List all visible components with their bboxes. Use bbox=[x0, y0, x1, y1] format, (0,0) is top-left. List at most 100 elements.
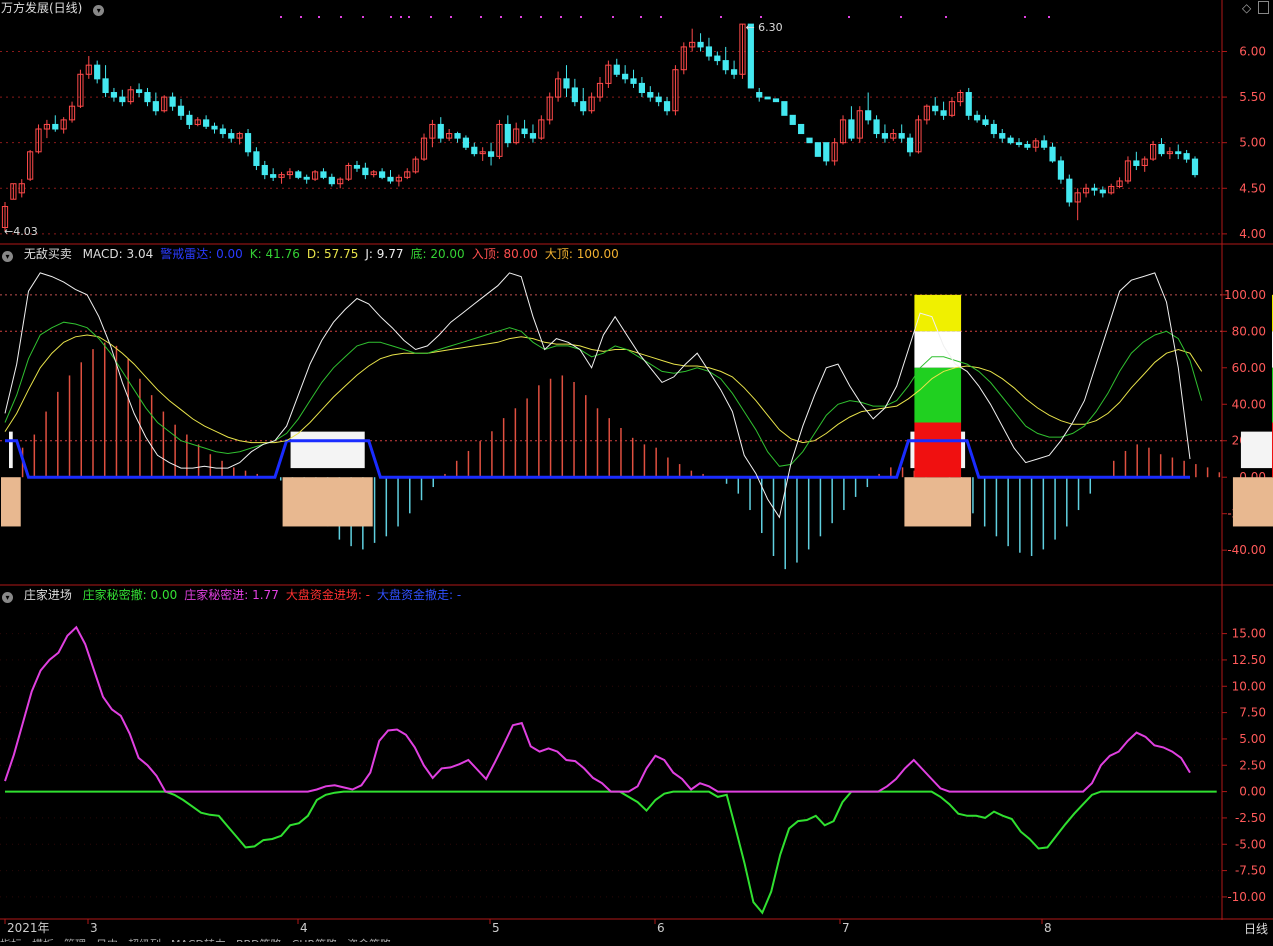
ytick-label-p2: -40.00 bbox=[1227, 543, 1266, 557]
signal-dot bbox=[450, 16, 452, 18]
signal-white-block bbox=[1240, 431, 1273, 469]
candle-body bbox=[462, 137, 470, 148]
candle-body bbox=[1175, 151, 1182, 155]
xtick-label: 5 bbox=[492, 921, 500, 935]
candle-body bbox=[722, 60, 729, 71]
ytick-label-p1: 6.00 bbox=[1239, 44, 1266, 58]
low-marker: ←4.03 bbox=[4, 225, 38, 238]
candle-body bbox=[982, 119, 989, 125]
candle-body bbox=[102, 78, 109, 94]
candle-body bbox=[571, 87, 578, 103]
panel2-header: ▾ 无敌买卖 MACD: 3.04 警戒雷达: 0.00 K: 41.76 D: 57… bbox=[2, 246, 626, 262]
candle-body bbox=[848, 119, 855, 139]
bottom-tab-1[interactable]: 模板 bbox=[32, 938, 54, 942]
line-zhuang-out bbox=[5, 790, 1217, 915]
candle-body bbox=[873, 119, 880, 135]
candle-body bbox=[563, 78, 570, 89]
candle-body bbox=[772, 98, 780, 103]
dropdown-icon[interactable]: ▾ bbox=[93, 5, 105, 16]
panel3-value-1: 庄家秘密进: 1.77 bbox=[184, 588, 279, 602]
ytick-label-p3: -5.00 bbox=[1235, 837, 1266, 851]
xtick-label: 4 bbox=[300, 921, 308, 935]
bottom-tab-0[interactable]: 指标 bbox=[0, 938, 22, 942]
line-K bbox=[4, 321, 1203, 467]
candle-body bbox=[999, 133, 1006, 139]
candle-body bbox=[990, 123, 997, 135]
diamond-icon[interactable]: ◇ bbox=[1242, 1, 1251, 15]
candle-body bbox=[814, 142, 821, 157]
ytick-label-p3: -10.00 bbox=[1227, 890, 1266, 904]
bottom-tab-4[interactable]: 超级列 bbox=[128, 938, 161, 942]
bottom-tab-5[interactable]: MACD转力 bbox=[171, 938, 226, 942]
panel2-value-3: D: 57.75 bbox=[306, 247, 359, 261]
signal-dot bbox=[720, 16, 722, 18]
candle-body bbox=[135, 89, 143, 94]
bottom-tab-7[interactable]: CHR策略 bbox=[292, 938, 338, 942]
ytick-label-p1: 5.00 bbox=[1239, 136, 1266, 150]
bottom-tab-8[interactable]: 资金策略 bbox=[347, 938, 391, 942]
signal-dot bbox=[540, 16, 542, 18]
ytick-label-p1: 5.50 bbox=[1239, 90, 1266, 104]
candle-body bbox=[1091, 187, 1098, 191]
candle-body bbox=[437, 123, 444, 139]
signal-dot bbox=[362, 16, 364, 18]
signal-dot bbox=[390, 16, 392, 18]
bottom-tab-2[interactable]: 管理 bbox=[64, 938, 86, 942]
candle-body bbox=[211, 125, 218, 130]
panel2-value-5: 底: 20.00 bbox=[410, 247, 465, 261]
candle-body bbox=[219, 128, 226, 135]
signal-buy-block bbox=[1, 477, 21, 527]
signal-dot bbox=[340, 16, 342, 18]
signal-dot bbox=[400, 16, 402, 18]
candle-body bbox=[177, 105, 185, 116]
candle-body bbox=[1066, 178, 1073, 203]
ytick-label-p3: 2.50 bbox=[1239, 758, 1266, 772]
signal-dot bbox=[300, 16, 302, 18]
candle-body bbox=[965, 92, 972, 116]
panel3-value-0: 庄家秘密撤: 0.00 bbox=[82, 588, 178, 602]
candle-body bbox=[144, 92, 151, 103]
signal-white-block bbox=[9, 431, 13, 469]
candle-body bbox=[110, 92, 118, 98]
scroll-icon[interactable] bbox=[1258, 1, 1269, 14]
candle-body bbox=[471, 146, 478, 155]
signal-dot bbox=[280, 16, 282, 18]
ytick-label-p3: 15.00 bbox=[1232, 627, 1266, 641]
candle-body bbox=[881, 133, 889, 139]
candle-body bbox=[865, 110, 872, 121]
panel2-value-7: 大顶: 100.00 bbox=[544, 247, 619, 261]
candle-body bbox=[303, 176, 310, 180]
candle-body bbox=[353, 164, 361, 169]
candle-body bbox=[1007, 137, 1014, 144]
candle-body bbox=[529, 133, 537, 139]
candle-body bbox=[580, 101, 587, 112]
signal-dot bbox=[760, 16, 762, 18]
candle-body bbox=[806, 137, 813, 144]
signal-dot bbox=[560, 16, 562, 18]
top-red bbox=[914, 422, 962, 478]
bottom-tab-6[interactable]: BBD策略 bbox=[236, 938, 282, 942]
candle-body bbox=[203, 119, 210, 127]
line-zhuang-in bbox=[4, 625, 1191, 793]
bottom-tab-3[interactable]: 日内 bbox=[96, 938, 118, 942]
candle-body bbox=[1024, 144, 1031, 148]
xtick-label: 2021年 bbox=[7, 921, 50, 935]
panel3-value-2: 大盘资金进场: - bbox=[285, 588, 371, 602]
signal-dot bbox=[1024, 16, 1026, 18]
panel2-value-4: J: 9.77 bbox=[365, 247, 404, 261]
candle-body bbox=[487, 151, 495, 157]
ytick-label-p3: -2.50 bbox=[1235, 811, 1266, 825]
candle-body bbox=[521, 128, 528, 135]
candle-body bbox=[1191, 158, 1199, 176]
candle-body bbox=[228, 133, 235, 139]
panel2-menu-icon[interactable]: ▾ bbox=[2, 251, 13, 262]
ytick-label-p3: -7.50 bbox=[1235, 864, 1266, 878]
xtick-label: 6 bbox=[657, 921, 665, 935]
candle-body bbox=[1133, 160, 1140, 166]
panel3-menu-icon[interactable]: ▾ bbox=[2, 592, 13, 603]
candle-body bbox=[387, 176, 394, 182]
candle-body bbox=[169, 96, 176, 107]
candle-body bbox=[823, 142, 830, 162]
candle-body bbox=[52, 123, 59, 130]
ytick-label-p1: 4.50 bbox=[1239, 181, 1266, 195]
